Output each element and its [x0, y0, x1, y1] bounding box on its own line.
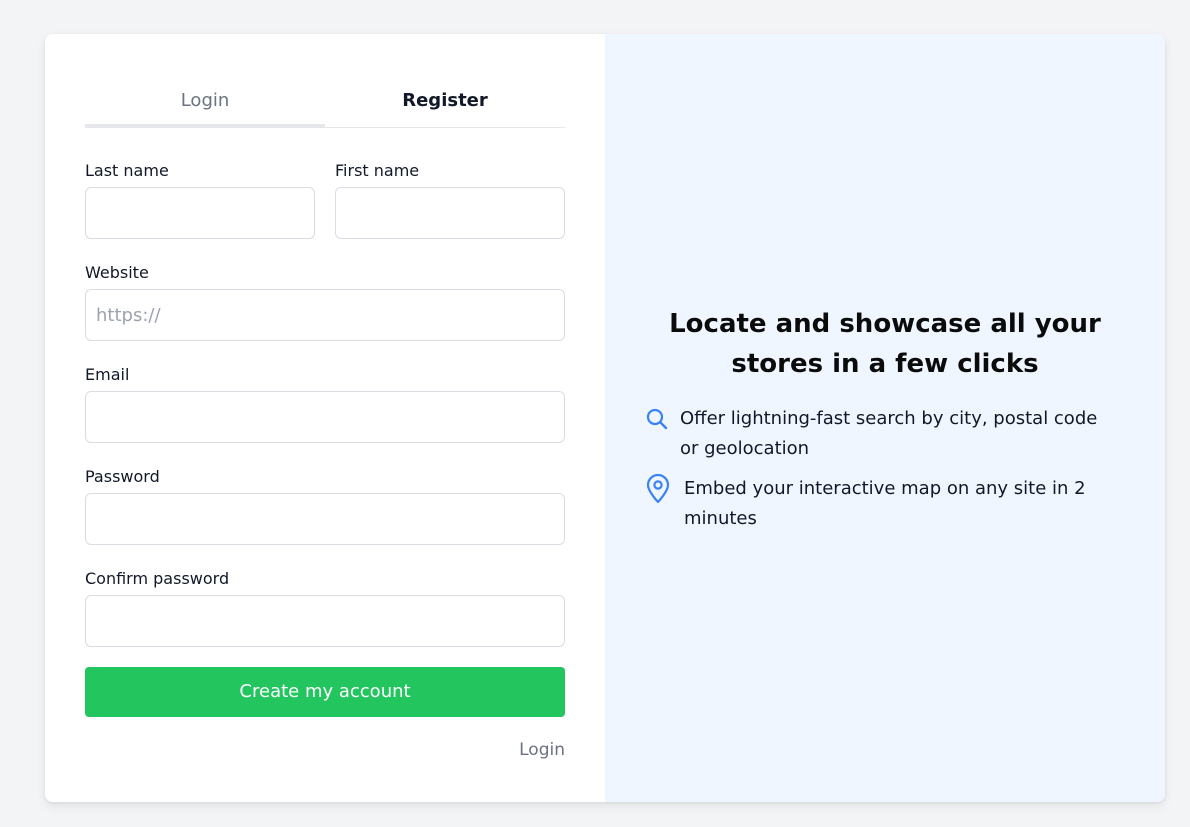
promo-headline: Locate and showcase all your stores in a…: [669, 309, 1101, 379]
first-name-label: First name: [335, 161, 420, 180]
last-name-field[interactable]: [85, 187, 315, 239]
email-label: Email: [85, 365, 130, 384]
confirm-password-field[interactable]: [85, 595, 565, 647]
auth-card: Login Register Last name First name Webs…: [45, 34, 1165, 802]
create-account-button[interactable]: Create my account: [85, 667, 565, 717]
feature-search-text: Offer lightning-fast search by city, pos…: [680, 408, 1098, 459]
search-icon: [645, 404, 671, 434]
feature-embed-text: Embed your interactive map on any site i…: [684, 478, 1086, 529]
promo-panel: Locate and showcase all your stores in a…: [605, 34, 1165, 802]
feature-embed: Embed your interactive map on any site i…: [645, 473, 1125, 534]
password-field[interactable]: [85, 493, 565, 545]
register-panel: Login Register Last name First name Webs…: [45, 34, 605, 802]
map-pin-icon: [645, 473, 671, 504]
email-field[interactable]: [85, 391, 565, 443]
login-link[interactable]: Login: [465, 740, 565, 760]
feature-search: Offer lightning-fast search by city, pos…: [645, 404, 1125, 464]
auth-tabs: Login Register: [85, 84, 565, 128]
first-name-field[interactable]: [335, 187, 565, 239]
last-name-label: Last name: [85, 161, 169, 180]
confirm-password-label: Confirm password: [85, 569, 230, 588]
tab-register[interactable]: Register: [325, 84, 565, 127]
tab-login[interactable]: Login: [85, 84, 325, 127]
website-label: Website: [85, 263, 149, 282]
website-field[interactable]: [85, 289, 565, 341]
password-label: Password: [85, 467, 160, 486]
